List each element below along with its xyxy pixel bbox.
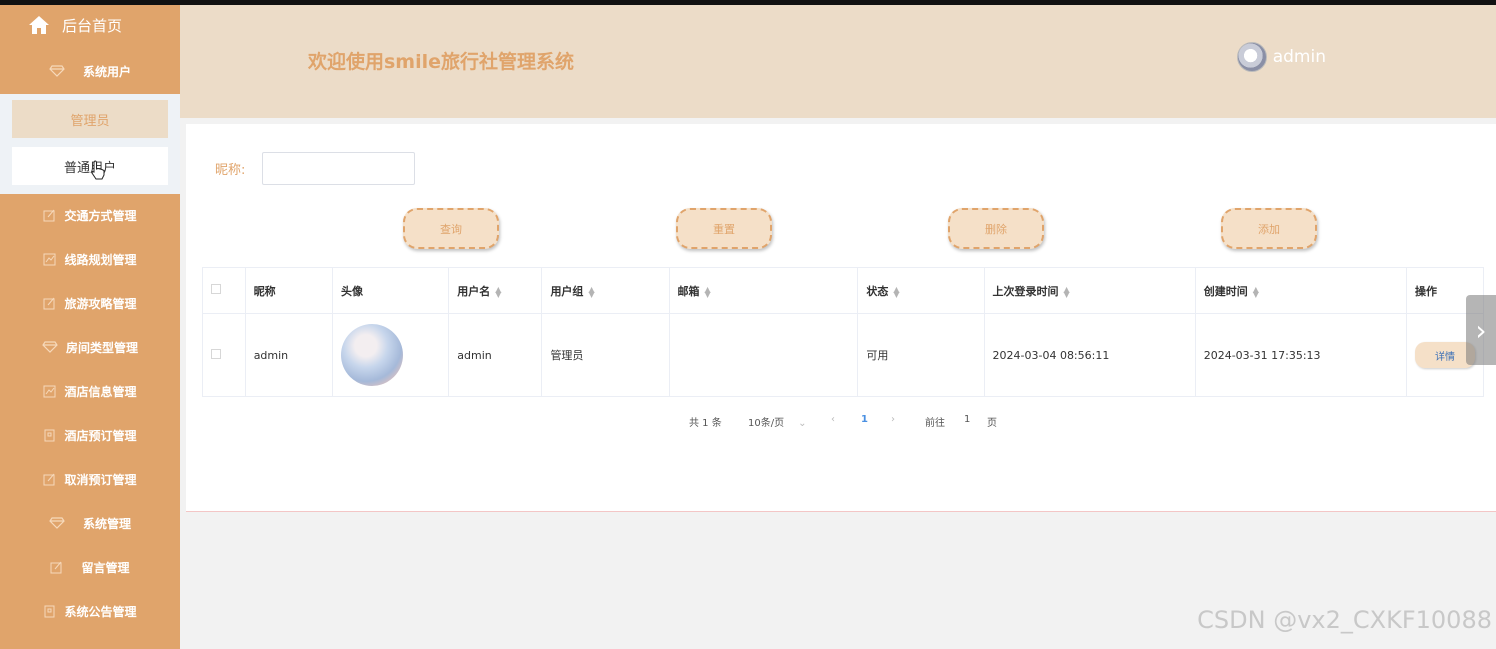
chevron-down-icon: ⌄	[798, 418, 807, 429]
sort-icon[interactable]: ▲ ▼	[705, 285, 711, 298]
user-table: 昵称 头像 用户名 ▲ ▼ 用户组 ▲ ▼ 邮箱 ▲ ▼ 状态 ▲ ▼ 上次登录时间 ▲ ▼ 创建时…	[202, 267, 1484, 397]
sort-icon[interactable]: ▲ ▼	[1064, 285, 1070, 298]
sort-icon[interactable]: ▲ ▼	[893, 285, 899, 298]
sidebar-item-notice[interactable]: 系统公告管理	[0, 591, 180, 631]
chevron-right-icon[interactable]: ›	[1466, 295, 1496, 365]
gem-icon	[49, 65, 65, 77]
sidebar-item-message[interactable]: 留言管理	[0, 547, 180, 587]
current-page[interactable]: 1	[861, 414, 868, 425]
page-suffix: 页	[987, 418, 997, 429]
hand-cursor-icon	[91, 160, 105, 180]
sidebar-home[interactable]: 后台首页	[0, 5, 180, 45]
chart-icon	[43, 253, 56, 266]
sidebar-item-hotel-booking[interactable]: 酒店预订管理	[0, 415, 180, 455]
sidebar-item-label: 系统用户	[82, 64, 131, 79]
avatar	[1236, 42, 1267, 72]
edit-icon	[43, 297, 56, 310]
cell-group: 管理员	[541, 313, 670, 397]
sidebar: 后台首页 系统用户 管理员 普通用户 交通方式管理 线路规划管理 旅游攻略管理 …	[0, 5, 180, 649]
sidebar-item-label: 酒店信息管理	[64, 384, 137, 399]
sidebar-item-label: 旅游攻略管理	[64, 296, 137, 311]
page-title: 欢迎使用smile旅行社管理系统	[308, 51, 575, 73]
edit-icon	[50, 561, 63, 574]
doc-icon	[43, 605, 56, 618]
cell-nickname: admin	[244, 313, 333, 397]
submenu-item-admin[interactable]: 管理员	[12, 100, 168, 138]
reset-button[interactable]: 重置	[676, 208, 772, 249]
cell-created: 2024-03-31 17:35:13	[1194, 313, 1408, 397]
gem-icon	[49, 517, 65, 529]
table-header-row: 昵称 头像 用户名 ▲ ▼ 用户组 ▲ ▼ 邮箱 ▲ ▼ 状态 ▲ ▼ 上次登录时间 ▲ ▼ 创建时…	[202, 267, 1484, 314]
sidebar-item-guide[interactable]: 旅游攻略管理	[0, 283, 180, 323]
prev-page-icon[interactable]: ‹	[831, 414, 835, 425]
chart-icon	[43, 385, 56, 398]
cell-username: admin	[448, 313, 543, 397]
column-username[interactable]: 用户名 ▲ ▼	[448, 267, 543, 314]
nickname-input[interactable]	[262, 152, 415, 185]
column-label: 上次登录时间	[992, 284, 1059, 298]
sort-icon[interactable]: ▲ ▼	[1253, 285, 1259, 298]
edit-icon	[43, 473, 56, 486]
column-label: 创建时间	[1203, 284, 1248, 298]
username: admin	[1272, 47, 1326, 67]
column-label: 状态	[866, 284, 889, 298]
goto-input[interactable]: 1	[964, 414, 970, 425]
page-size-label: 10条/页	[748, 418, 785, 429]
sidebar-item-label: 留言管理	[81, 560, 130, 575]
sidebar-item-label: 线路规划管理	[64, 252, 137, 267]
sidebar-item-label: 系统管理	[82, 516, 131, 531]
header: 欢迎使用smile旅行社管理系统 admin	[180, 5, 1496, 118]
cell-last-login: 2024-03-04 08:56:11	[983, 313, 1196, 397]
sidebar-item-cancel-booking[interactable]: 取消预订管理	[0, 459, 180, 499]
column-status[interactable]: 状态 ▲ ▼	[857, 267, 985, 314]
column-avatar: 头像	[331, 267, 450, 314]
sidebar-home-label: 后台首页	[62, 16, 123, 35]
column-nickname: 昵称	[244, 267, 333, 314]
column-label: 用户组	[550, 284, 584, 298]
user-menu[interactable]: admin	[1236, 42, 1326, 72]
column-email[interactable]: 邮箱 ▲ ▼	[668, 267, 859, 314]
home-icon	[29, 16, 49, 34]
sidebar-item-route[interactable]: 线路规划管理	[0, 239, 180, 279]
sidebar-item-hotel-info[interactable]: 酒店信息管理	[0, 371, 180, 411]
pagination-total: 共 1 条	[689, 418, 722, 429]
avatar	[340, 324, 403, 386]
select-all-checkbox[interactable]	[211, 284, 221, 294]
add-button[interactable]: 添加	[1221, 208, 1317, 249]
delete-button[interactable]: 删除	[948, 208, 1044, 249]
cell-email	[668, 313, 859, 397]
sort-icon[interactable]: ▲ ▼	[495, 285, 501, 298]
page-size-select[interactable]: 10条/页 ⌄	[748, 414, 806, 429]
sidebar-item-label: 取消预订管理	[64, 472, 137, 487]
sidebar-item-system-user[interactable]: 系统用户	[0, 50, 180, 92]
row-checkbox[interactable]	[211, 348, 221, 359]
edit-icon	[43, 209, 56, 222]
column-group[interactable]: 用户组 ▲ ▼	[541, 267, 670, 314]
column-label: 邮箱	[677, 284, 700, 298]
sidebar-item-room-type[interactable]: 房间类型管理	[0, 327, 180, 367]
sort-icon[interactable]: ▲ ▼	[588, 285, 594, 298]
sidebar-item-label: 系统公告管理	[64, 604, 137, 619]
query-button[interactable]: 查询	[403, 208, 499, 249]
watermark: CSDN @vx2_CXKF10088	[1197, 606, 1492, 634]
gem-icon	[42, 341, 58, 353]
table-row: admin admin 管理员 可用 2024-03-04 08:56:11 2…	[202, 313, 1484, 397]
sidebar-item-system-manage[interactable]: 系统管理	[0, 503, 180, 543]
next-page-icon[interactable]: ›	[891, 414, 895, 425]
sidebar-item-label: 交通方式管理	[64, 208, 137, 223]
sidebar-item-label: 房间类型管理	[65, 340, 138, 355]
cell-status: 可用	[857, 313, 985, 397]
main-panel: 昵称: 查询 重置 删除 添加 昵称 头像 用户名 ▲ ▼ 用户组 ▲ ▼ 邮箱 ▲ ▼ 状…	[186, 124, 1496, 512]
column-label: 用户名	[457, 284, 491, 298]
doc-icon	[43, 429, 56, 442]
nickname-label: 昵称:	[215, 163, 246, 178]
column-created[interactable]: 创建时间 ▲ ▼	[1194, 267, 1408, 314]
sidebar-item-label: 酒店预订管理	[64, 428, 137, 443]
goto-label: 前往	[925, 418, 945, 429]
column-last-login[interactable]: 上次登录时间 ▲ ▼	[983, 267, 1196, 314]
sidebar-item-transport[interactable]: 交通方式管理	[0, 195, 180, 235]
